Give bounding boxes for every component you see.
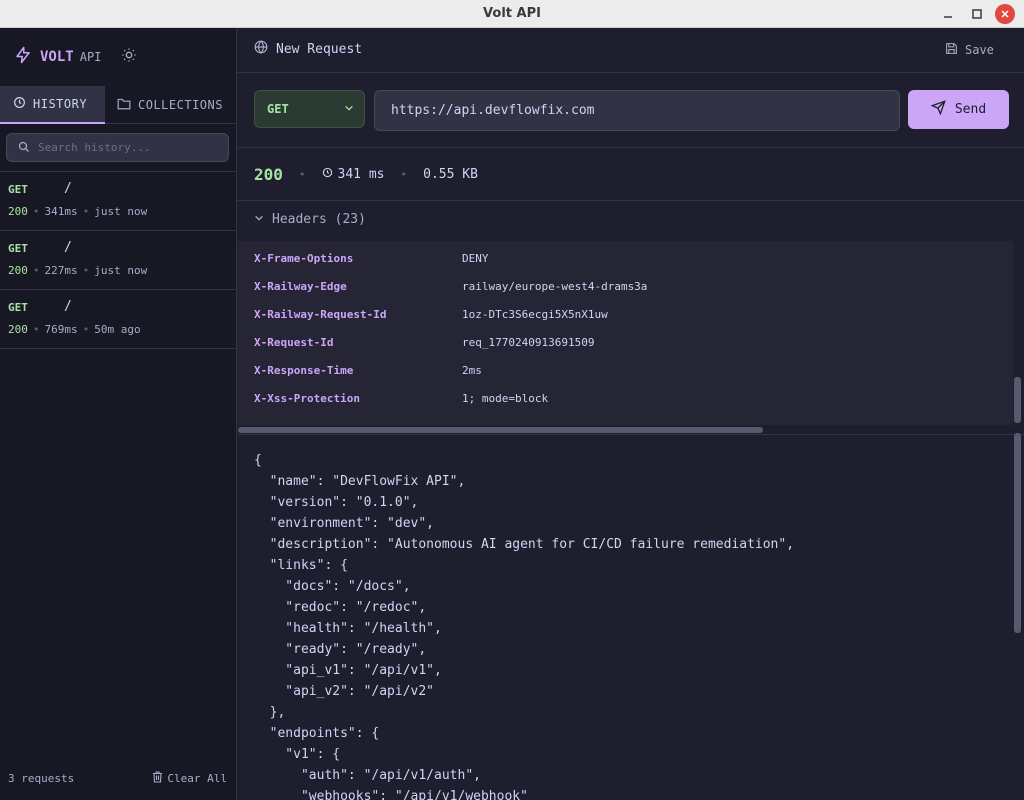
history-time: just now bbox=[94, 205, 148, 218]
header-key: X-Xss-Protection bbox=[254, 391, 360, 405]
theme-toggle-button[interactable] bbox=[119, 47, 139, 67]
maximize-icon[interactable] bbox=[967, 4, 987, 24]
header-value: 2ms bbox=[462, 363, 482, 377]
clear-all-label: Clear All bbox=[167, 771, 227, 785]
sidebar-tabs: HISTORY COLLECTIONS bbox=[0, 86, 237, 124]
header-value: DENY bbox=[462, 251, 489, 265]
history-time: 50m ago bbox=[94, 323, 141, 336]
brand-logo: VOLT API bbox=[14, 46, 101, 68]
lightning-icon bbox=[14, 46, 32, 68]
close-icon[interactable] bbox=[995, 4, 1015, 24]
history-method: GET bbox=[8, 301, 28, 314]
sun-icon bbox=[121, 47, 137, 67]
body-vertical-scrollbar[interactable] bbox=[1014, 433, 1021, 633]
chevron-down-icon bbox=[254, 212, 264, 227]
window-title: Volt API bbox=[483, 6, 541, 21]
headers-table: X-Frame-Options DENY X-Railway-Edge rail… bbox=[237, 241, 1013, 425]
history-meta: 200 • 769ms • 50m ago bbox=[8, 323, 141, 336]
header-value: 1; mode=block bbox=[462, 391, 549, 405]
history-path: / bbox=[64, 299, 72, 314]
tab-collections-label: COLLECTIONS bbox=[138, 98, 223, 112]
header-value: 1oz-DTc3S6ecgi5X5nX1uw bbox=[462, 307, 608, 321]
request-count: 3 requests bbox=[8, 771, 75, 785]
request-title-text: New Request bbox=[276, 41, 363, 57]
send-button[interactable]: Send bbox=[908, 90, 1009, 129]
minimize-icon[interactable] bbox=[938, 4, 958, 24]
globe-icon bbox=[254, 40, 268, 58]
save-button[interactable]: Save bbox=[945, 42, 994, 58]
clock-icon bbox=[322, 167, 333, 182]
history-duration: 341ms bbox=[44, 205, 78, 218]
headers-label: Headers (23) bbox=[272, 212, 366, 227]
response-status-bar: 200 • 341 ms • 0.55 KB bbox=[237, 149, 1024, 201]
header-row: X-Xss-Protection 1; mode=block bbox=[237, 384, 1013, 412]
header-row: X-Railway-Request-Id 1oz-DTc3S6ecgi5X5nX… bbox=[237, 300, 1013, 328]
history-meta: 200 • 227ms • just now bbox=[8, 264, 148, 277]
method-select[interactable]: GET bbox=[254, 90, 365, 128]
history-status: 200 bbox=[8, 205, 28, 218]
header-value: req_1770240913691509 bbox=[462, 335, 595, 349]
scrollbar-thumb[interactable] bbox=[238, 427, 763, 433]
response-json: { "name": "DevFlowFix API", "version": "… bbox=[254, 453, 795, 800]
headers-vertical-scrollbar[interactable] bbox=[1014, 377, 1021, 423]
clock-icon bbox=[13, 96, 26, 112]
header-row: X-Response-Time 2ms bbox=[237, 356, 1013, 384]
folder-icon bbox=[117, 97, 131, 113]
history-method: GET bbox=[8, 183, 28, 196]
history-path: / bbox=[64, 240, 72, 255]
history-item[interactable]: GET / 200 • 769ms • 50m ago bbox=[0, 290, 236, 349]
save-icon bbox=[945, 42, 958, 58]
header-key: X-Frame-Options bbox=[254, 251, 354, 265]
response-size: 0.55 KB bbox=[423, 167, 478, 182]
history-duration: 227ms bbox=[44, 264, 78, 277]
brand-name: VOLT bbox=[40, 49, 74, 65]
sidebar-footer: 3 requests Clear All bbox=[0, 763, 236, 793]
history-status: 200 bbox=[8, 323, 28, 336]
history-meta: 200 • 341ms • just now bbox=[8, 205, 148, 218]
header-value: railway/europe-west4-drams3a bbox=[462, 279, 648, 293]
history-duration: 769ms bbox=[44, 323, 78, 336]
header-row: X-Railway-Edge railway/europe-west4-dram… bbox=[237, 272, 1013, 300]
response-time-value: 341 ms bbox=[337, 167, 385, 182]
request-title: New Request bbox=[254, 40, 362, 58]
tab-history-label: HISTORY bbox=[33, 97, 88, 111]
sidebar: VOLT API HISTORY COLLECTIONS GET / bbox=[0, 28, 237, 800]
history-method: GET bbox=[8, 242, 28, 255]
headers-horizontal-scrollbar[interactable] bbox=[237, 425, 1024, 435]
chevron-down-icon bbox=[344, 102, 354, 116]
brand-suffix: API bbox=[79, 50, 102, 64]
history-search[interactable] bbox=[6, 133, 229, 162]
history-item[interactable]: GET / 200 • 227ms • just now bbox=[0, 231, 236, 290]
history-status: 200 bbox=[8, 264, 28, 277]
search-input[interactable] bbox=[38, 141, 218, 154]
history-time: just now bbox=[94, 264, 148, 277]
clear-all-button[interactable]: Clear All bbox=[152, 770, 227, 786]
history-list: GET / 200 • 341ms • just now GET / 200 • 227ms… bbox=[0, 171, 236, 349]
header-row: X-Frame-Options DENY bbox=[237, 244, 1013, 272]
trash-icon bbox=[152, 770, 163, 786]
response-body: { "name": "DevFlowFix API", "version": "… bbox=[237, 436, 1013, 800]
header-key: X-Railway-Edge bbox=[254, 279, 347, 293]
url-bar: GET Send bbox=[237, 74, 1024, 148]
search-icon bbox=[18, 138, 30, 157]
header-key: X-Railway-Request-Id bbox=[254, 307, 387, 321]
send-label: Send bbox=[954, 102, 987, 117]
history-path: / bbox=[64, 181, 72, 196]
save-label: Save bbox=[965, 43, 994, 57]
tab-collections[interactable]: COLLECTIONS bbox=[105, 86, 223, 124]
method-value: GET bbox=[267, 102, 289, 116]
headers-toggle[interactable]: Headers (23) bbox=[254, 212, 366, 227]
request-header: New Request Save bbox=[237, 28, 1024, 73]
header-key: X-Response-Time bbox=[254, 363, 354, 377]
window-titlebar: Volt API bbox=[0, 0, 1024, 28]
header-row: X-Request-Id req_1770240913691509 bbox=[237, 328, 1013, 356]
status-code: 200 bbox=[254, 165, 283, 184]
tab-history[interactable]: HISTORY bbox=[0, 86, 105, 124]
send-icon bbox=[930, 100, 946, 119]
url-input[interactable] bbox=[374, 90, 900, 131]
history-item[interactable]: GET / 200 • 341ms • just now bbox=[0, 172, 236, 231]
header-key: X-Request-Id bbox=[254, 335, 334, 349]
main-panel: New Request Save GET Send 200 • bbox=[237, 28, 1024, 800]
response-time: 341 ms bbox=[322, 167, 385, 182]
